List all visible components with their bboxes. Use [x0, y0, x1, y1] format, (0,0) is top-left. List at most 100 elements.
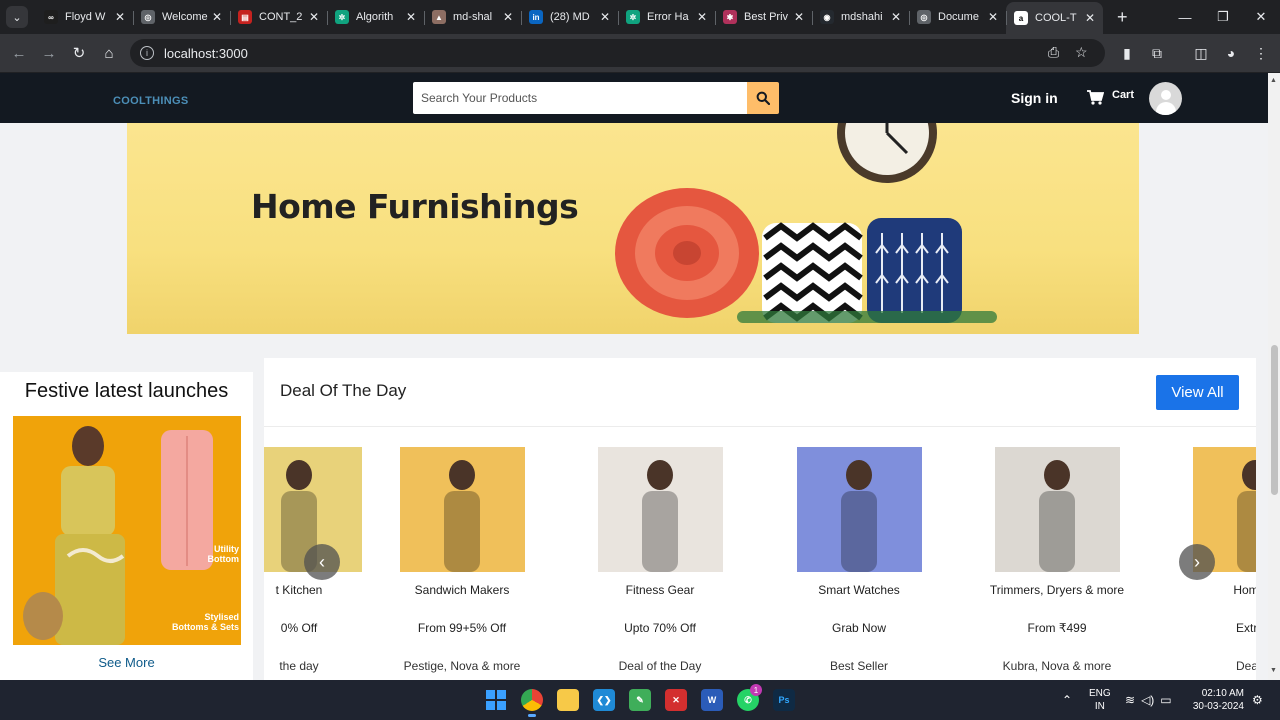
browser-tab[interactable]: in (28) MD ✕ — [521, 2, 618, 32]
see-more-link[interactable]: See More — [0, 655, 253, 670]
product-offer: Upto 70% Off — [624, 621, 696, 635]
page-scrollbar[interactable]: ▲ ▼ — [1268, 73, 1280, 680]
tab-close-icon[interactable]: ✕ — [988, 10, 998, 24]
tab-favicon-icon: in — [529, 10, 543, 24]
scroll-up-arrow-icon[interactable]: ▲ — [1270, 77, 1277, 84]
carousel-prev-button[interactable]: ‹ — [304, 544, 340, 580]
product-image[interactable] — [597, 447, 723, 572]
install-app-icon[interactable]: ⎙ — [1048, 44, 1059, 61]
product-card[interactable]: Sandwich Makers From 99+5% Off Pestige, No… — [362, 447, 562, 673]
tab-close-icon[interactable]: ✕ — [1085, 11, 1095, 25]
minimize-button[interactable]: — — [1166, 0, 1204, 34]
cart-label: Cart — [1112, 89, 1135, 101]
forward-button[interactable]: → — [34, 38, 64, 68]
tab-label: Error Ha — [647, 11, 689, 23]
cart-link[interactable]: Cart — [1087, 89, 1134, 110]
taskbar-photoshop[interactable]: Ps — [766, 682, 802, 718]
search-icon — [756, 91, 770, 105]
tab-label: Best Priv — [744, 11, 789, 23]
new-tab-button[interactable]: + — [1117, 7, 1128, 28]
scroll-down-arrow-icon[interactable]: ▼ — [1270, 667, 1277, 674]
taskbar-whatsapp[interactable]: ✆ 1 — [730, 682, 766, 718]
browser-tab[interactable]: a COOL-T ✕ — [1006, 2, 1103, 34]
extension-icon[interactable]: ▮ — [1112, 39, 1142, 67]
reload-button[interactable]: ↻ — [64, 38, 94, 68]
browser-tab[interactable]: ◉ mdshahi ✕ — [812, 2, 909, 32]
tab-close-icon[interactable]: ✕ — [503, 10, 513, 24]
browser-tab[interactable]: ◎ Welcome ✕ — [133, 2, 230, 32]
product-name: Sandwich Makers — [414, 583, 510, 597]
product-card[interactable]: Fitness Gear Upto 70% Off Deal of the Day — [560, 447, 760, 673]
taskbar-vscode[interactable]: ❮❯ — [586, 682, 622, 718]
search-button[interactable] — [747, 82, 779, 114]
system-tray[interactable]: ≋ ◁) ▭ — [1125, 680, 1172, 720]
taskbar-pdf-app[interactable]: ✕ — [658, 682, 694, 718]
tab-close-icon[interactable]: ✕ — [309, 10, 319, 24]
browser-tab[interactable]: ▲ md-shal ✕ — [424, 2, 521, 32]
profile-avatar-icon[interactable]: ◕ — [1216, 39, 1246, 67]
tab-label: md-shal — [453, 11, 493, 23]
tag2-line1: Stylised — [204, 612, 239, 622]
browser-tab[interactable]: ◎ Docume ✕ — [909, 2, 1006, 32]
browser-tab[interactable]: ∞ Floyd W ✕ — [36, 2, 133, 32]
start-button[interactable] — [478, 682, 514, 718]
tab-search-button[interactable]: ⌄ — [6, 6, 28, 28]
tab-favicon-icon: ▲ — [432, 10, 446, 24]
taskbar-word[interactable]: W — [694, 682, 730, 718]
product-name: Home & — [1233, 583, 1256, 597]
tab-favicon-icon: ◎ — [917, 10, 931, 24]
browser-tab[interactable]: ✲ Algorith ✕ — [327, 2, 424, 32]
notifications-icon[interactable]: ⚙ — [1252, 680, 1263, 720]
language-indicator[interactable]: ENG IN — [1089, 687, 1111, 713]
maximize-button[interactable]: ❐ — [1204, 0, 1242, 34]
wifi-icon: ≋ — [1125, 693, 1136, 707]
product-card[interactable]: Smart Watches Grab Now Best Seller — [759, 447, 959, 673]
site-header: COOLTHINGS Sign in Cart — [0, 73, 1268, 123]
chrome-icon — [521, 689, 543, 711]
home-button[interactable]: ⌂ — [94, 38, 124, 68]
taskbar-chrome[interactable] — [514, 682, 550, 718]
product-card[interactable]: Trimmers, Dryers & more From ₹499 Kubra, N… — [957, 447, 1157, 673]
user-avatar[interactable] — [1149, 82, 1182, 115]
browser-tab[interactable]: ✲ Error Ha ✕ — [618, 2, 715, 32]
search-input[interactable] — [413, 82, 747, 114]
product-offer: Grab Now — [831, 621, 887, 635]
tab-close-icon[interactable]: ✕ — [891, 10, 901, 24]
tab-close-icon[interactable]: ✕ — [600, 10, 610, 24]
avatar-body-icon — [1156, 102, 1176, 115]
chevron-right-icon: › — [1194, 551, 1200, 572]
arrow-pillow-icon — [867, 218, 962, 323]
tab-close-icon[interactable]: ✕ — [794, 10, 804, 24]
tab-close-icon[interactable]: ✕ — [697, 10, 707, 24]
tab-close-icon[interactable]: ✕ — [212, 10, 222, 24]
taskbar-file-explorer[interactable] — [550, 682, 586, 718]
product-image[interactable] — [399, 447, 525, 572]
taskbar-clock[interactable]: 02:10 AM 30-03-2024 — [1190, 687, 1244, 713]
address-bar[interactable]: i localhost:3000 ⎙ ☆ — [130, 39, 1105, 67]
tab-close-icon[interactable]: ✕ — [115, 10, 125, 24]
close-window-button[interactable]: ✕ — [1242, 0, 1280, 34]
browser-menu-icon[interactable]: ⋮ — [1246, 39, 1276, 67]
browser-tab[interactable]: ✱ Best Priv ✕ — [715, 2, 812, 32]
tray-overflow-icon[interactable]: ⌃ — [1062, 680, 1072, 720]
sign-in-link[interactable]: Sign in — [1011, 90, 1058, 106]
tab-favicon-icon: ✱ — [723, 10, 737, 24]
site-logo[interactable]: COOLTHINGS — [113, 95, 189, 107]
festive-promo-image[interactable]: Utility Bottom Stylised Bottoms & Sets — [13, 416, 241, 645]
bookmark-star-icon[interactable]: ☆ — [1075, 44, 1088, 61]
home-furnishings-banner[interactable]: Home Furnishings — [127, 123, 1139, 334]
view-all-button[interactable]: View All — [1156, 375, 1239, 410]
tab-close-icon[interactable]: ✕ — [406, 10, 416, 24]
taskbar-notepad[interactable]: ✎ — [622, 682, 658, 718]
product-image[interactable] — [994, 447, 1120, 572]
scrollbar-thumb[interactable] — [1271, 345, 1278, 495]
carousel-next-button[interactable]: › — [1179, 544, 1215, 580]
site-info-icon[interactable]: i — [140, 46, 154, 60]
side-panel-icon[interactable]: ◫ — [1186, 39, 1216, 67]
back-button[interactable]: ← — [4, 38, 34, 68]
extensions-puzzle-icon[interactable]: ⧉ — [1142, 39, 1172, 67]
browser-tab[interactable]: ▤ CONT_2 ✕ — [230, 2, 327, 32]
festive-title: Festive latest launches — [24, 380, 229, 402]
product-image[interactable] — [796, 447, 922, 572]
pdf-icon: ✕ — [665, 689, 687, 711]
